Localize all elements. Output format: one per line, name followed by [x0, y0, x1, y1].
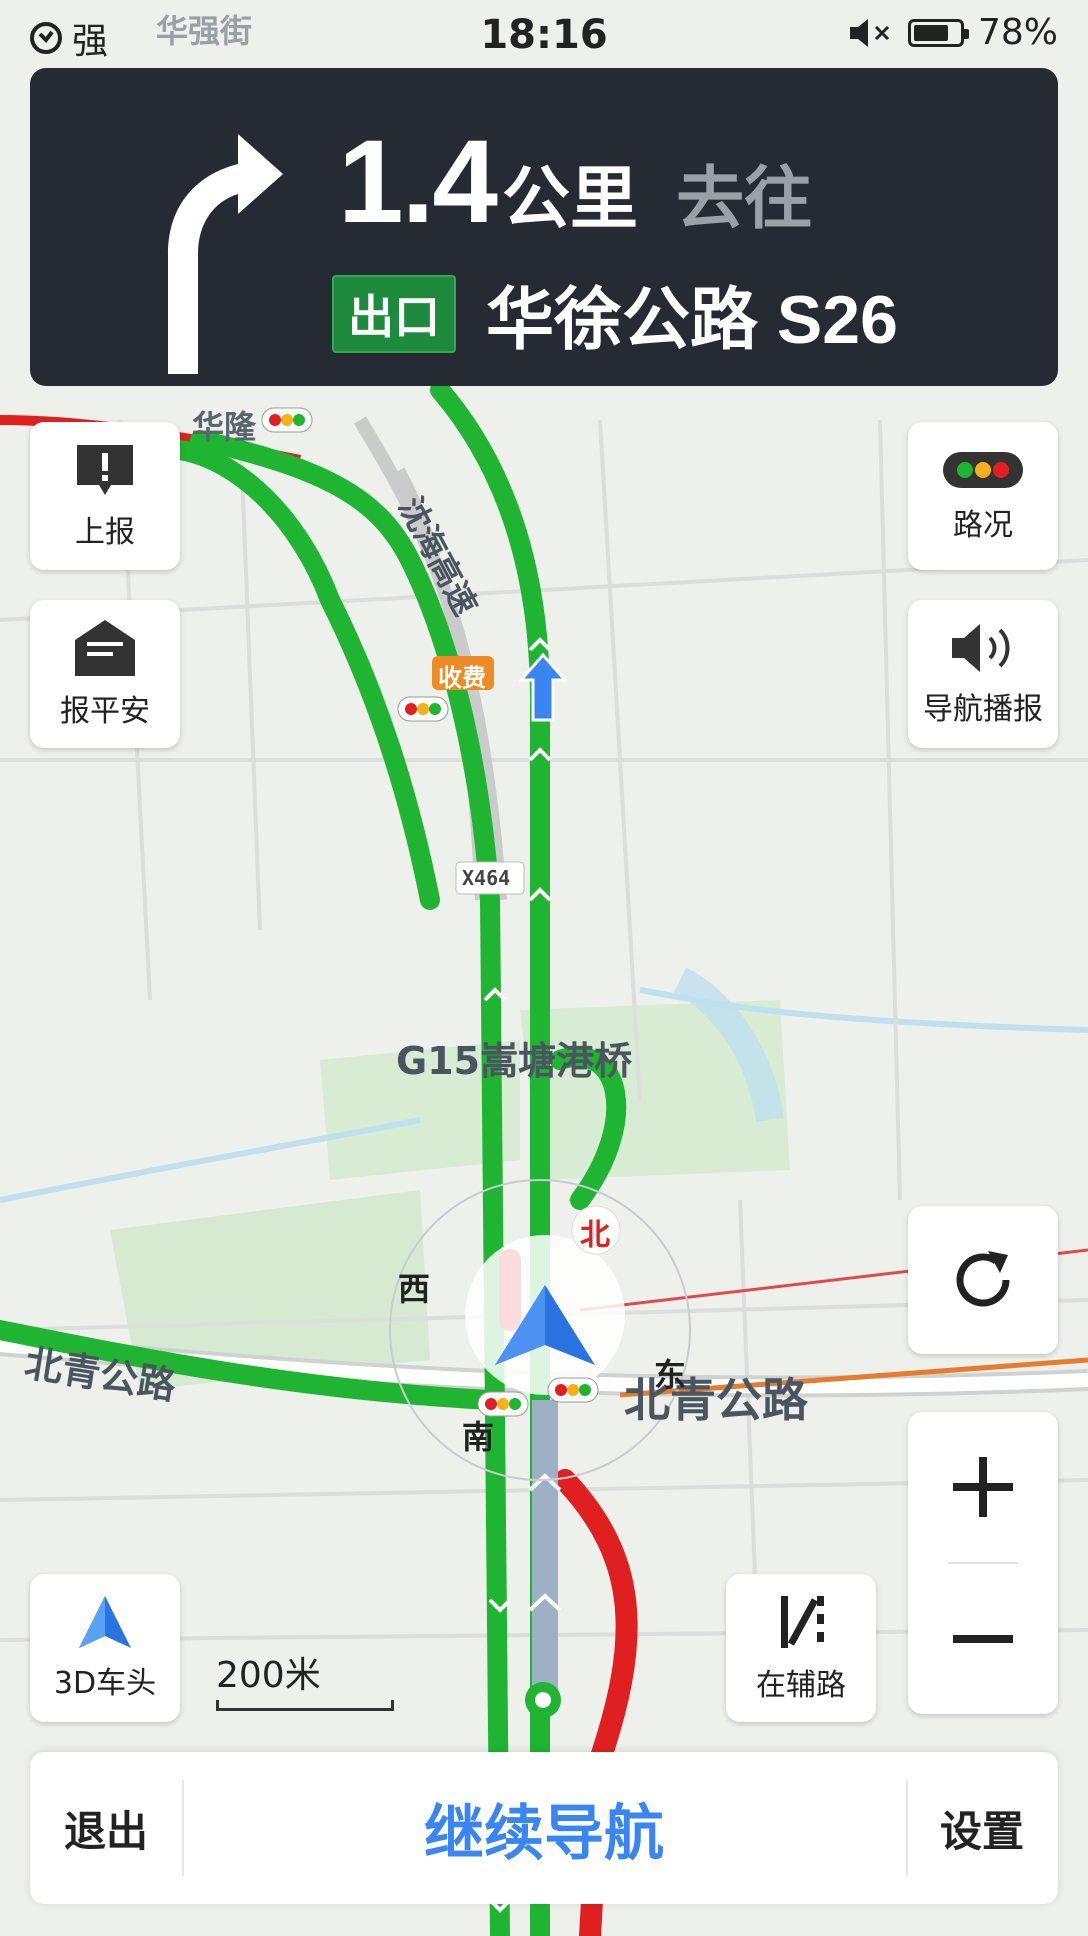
- mute-icon: [849, 18, 890, 47]
- traffic-label: 路况: [953, 508, 1013, 543]
- map-label-beiqing-right: 北青公路: [624, 1373, 808, 1427]
- map-label-bridge: G15嵩塘港桥: [396, 1039, 633, 1083]
- compass-west: 西: [398, 1270, 431, 1308]
- map-scale: 200米: [216, 1646, 394, 1711]
- traffic-light-icon: [943, 452, 1023, 488]
- report-label: 上报: [75, 515, 135, 550]
- speaker-icon: [952, 624, 1010, 672]
- minus-icon: [953, 1635, 1013, 1643]
- report-safe-button[interactable]: 报平安: [30, 600, 180, 748]
- report-button[interactable]: 上报: [30, 422, 180, 570]
- aux-road-button[interactable]: 在辅路: [726, 1574, 876, 1722]
- distance-unit: 公里: [502, 160, 639, 239]
- zoom-out-button[interactable]: [908, 1564, 1058, 1714]
- map-label-hualong: 华隆: [192, 408, 257, 446]
- compass-south: 南: [462, 1418, 495, 1456]
- toward-label: 去往: [676, 160, 813, 239]
- traffic-button[interactable]: 路况: [908, 422, 1058, 570]
- aux-road-label: 在辅路: [756, 1668, 846, 1703]
- map-label-toll: 收费: [438, 664, 486, 692]
- distance-value: 1.4: [338, 116, 498, 248]
- plus-icon: [953, 1457, 1013, 1517]
- zoom-control: [908, 1412, 1058, 1714]
- 3d-heading-label: 3D车头: [53, 1666, 157, 1701]
- exit-tag: 出口: [332, 274, 456, 353]
- 3d-heading-button[interactable]: 3D车头: [30, 1574, 180, 1722]
- report-icon: [77, 445, 133, 495]
- refresh-route-button[interactable]: [908, 1206, 1058, 1354]
- exit-button[interactable]: 退出: [30, 1752, 182, 1904]
- continue-navigation-button[interactable]: 继续导航: [182, 1752, 906, 1904]
- compass-north: 北: [580, 1218, 610, 1253]
- scale-label: 200米: [216, 1655, 321, 1696]
- zoom-in-button[interactable]: [908, 1412, 1058, 1562]
- battery-icon: [907, 18, 969, 47]
- voice-broadcast-label: 导航播报: [923, 692, 1043, 727]
- scale-bar: [216, 1700, 394, 1711]
- map-label-x464: X464: [462, 866, 511, 890]
- guidance-panel: 1.4 公里 去往 出口 华徐公路 S26: [30, 68, 1058, 386]
- compass-east: 东: [654, 1356, 687, 1394]
- status-bar: 强 18:16 78%: [0, 0, 1088, 68]
- turn-slight-left-arrow-icon: [168, 134, 283, 374]
- aux-road-icon: [781, 1596, 824, 1648]
- next-road-name: 华徐公路 S26: [486, 282, 898, 358]
- bottom-bar: 退出 继续导航 设置: [30, 1752, 1058, 1904]
- next-road-row: 出口 华徐公路 S26: [332, 264, 898, 363]
- refresh-icon: [956, 1251, 1010, 1307]
- 3d-arrow-icon: [79, 1596, 131, 1648]
- voice-broadcast-button[interactable]: 导航播报: [908, 600, 1058, 748]
- battery-percent: 78%: [977, 12, 1058, 53]
- envelope-icon: [75, 620, 135, 676]
- distance-row: 1.4 公里 去往: [338, 114, 812, 250]
- report-safe-label: 报平安: [60, 694, 150, 729]
- settings-button[interactable]: 设置: [906, 1752, 1058, 1904]
